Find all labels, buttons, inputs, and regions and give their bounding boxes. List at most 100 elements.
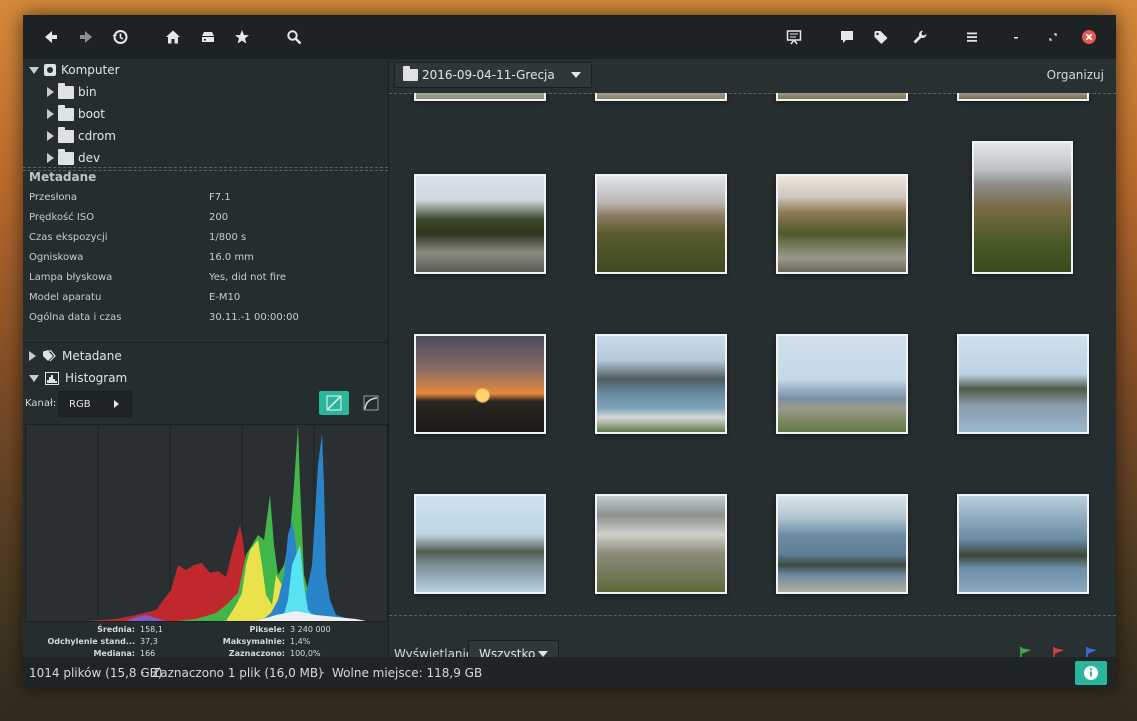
metadata-title: Metadane	[29, 170, 97, 184]
histogram-icon	[45, 371, 59, 385]
status-selection: Zaznaczono 1 plik (16,0 MB)	[152, 666, 323, 680]
expander-open-icon[interactable]	[29, 374, 39, 382]
expander-closed-icon[interactable]	[47, 87, 54, 97]
linear-scale-icon	[326, 395, 342, 411]
photo-thumbnail[interactable]	[972, 141, 1073, 274]
photo-thumbnail[interactable]	[595, 93, 727, 101]
histogram-plot	[25, 424, 388, 622]
tree-item-label: cdrom	[78, 129, 116, 143]
metadata-key: Ogniskowa	[29, 252, 84, 263]
wrench-icon[interactable]	[908, 25, 932, 49]
expander-open-icon[interactable]	[29, 66, 39, 74]
photo-thumbnail[interactable]	[776, 494, 908, 594]
metadata-key: Lampa błyskowa	[29, 272, 113, 283]
stat-std-label: Odchylenie stand...	[47, 637, 135, 646]
divider	[389, 615, 1116, 616]
expander-closed-icon[interactable]	[47, 153, 54, 163]
stat-mean-label: Średnia:	[97, 625, 135, 634]
folder-icon	[58, 148, 74, 165]
photo-thumbnail[interactable]	[776, 334, 908, 434]
minimize-icon[interactable]	[1004, 25, 1028, 49]
channel-select[interactable]: RGB	[58, 391, 132, 417]
expander-closed-icon[interactable]	[47, 131, 54, 141]
history-icon[interactable]	[108, 25, 132, 49]
metadata-key: Model aparatu	[29, 292, 102, 303]
photo-thumbnail[interactable]	[957, 93, 1089, 101]
tree-item-label: dev	[78, 151, 101, 165]
tree-item-computer[interactable]: Komputer	[29, 60, 120, 80]
status-bar: 1014 plików (15,8 GB) · Zaznaczono 1 pli…	[23, 657, 1116, 688]
photo-thumbnail[interactable]	[414, 93, 546, 101]
tree-item-cdrom[interactable]: cdrom	[47, 126, 116, 146]
status-separator: ·	[321, 666, 325, 680]
organize-button[interactable]: Organizuj	[1047, 68, 1104, 82]
photo-thumbnail[interactable]	[957, 494, 1089, 594]
menu-icon[interactable]	[960, 25, 984, 49]
folder-icon	[58, 82, 74, 99]
stat-mean-value: 158,1	[140, 625, 163, 634]
stat-pixels-label: Piksele:	[249, 625, 285, 634]
metadata-key: Prędkość ISO	[29, 212, 95, 223]
close-icon[interactable]	[1077, 25, 1101, 49]
back-icon[interactable]	[39, 25, 63, 49]
photo-thumbnail[interactable]	[595, 494, 727, 594]
metadata-key: Przesłona	[29, 192, 78, 203]
tag-icon[interactable]	[869, 25, 893, 49]
star-icon[interactable]	[230, 25, 254, 49]
photo-thumbnail[interactable]	[595, 334, 727, 434]
home-icon[interactable]	[161, 25, 185, 49]
stat-pixels-value: 3 240 000	[290, 625, 331, 634]
expander-closed-icon[interactable]	[29, 351, 36, 361]
drive-icon[interactable]	[196, 25, 220, 49]
photo-thumbnail[interactable]	[776, 174, 908, 274]
histogram-stats: Średnia: 158,1 Odchylenie stand... 37,3 …	[23, 625, 388, 658]
folder-icon	[58, 126, 74, 143]
photo-thumbnail[interactable]	[414, 174, 546, 274]
log-scale-button[interactable]	[356, 391, 386, 415]
tree-item-label: bin	[78, 85, 97, 99]
metadata-row: Ogniskowa 16.0 mm	[29, 248, 384, 268]
histogram-graph	[86, 425, 366, 621]
stat-max-label: Maksymalnie:	[222, 637, 285, 646]
tree-item-bin[interactable]: bin	[47, 82, 97, 102]
info-icon	[1084, 666, 1098, 680]
restore-icon[interactable]	[1041, 25, 1065, 49]
main-panel: 2016-09-04-11-Grecja Organizuj Wyświetla…	[389, 59, 1116, 668]
metadata-value: 16.0 mm	[209, 252, 254, 263]
divider	[23, 342, 388, 343]
comment-icon[interactable]	[835, 25, 859, 49]
section-label: Histogram	[65, 371, 128, 385]
metadata-value: 1/800 s	[209, 232, 247, 243]
metadata-value: E-M10	[209, 292, 241, 303]
forward-icon[interactable]	[74, 25, 98, 49]
photo-thumbnail[interactable]	[414, 334, 546, 434]
computer-icon	[44, 64, 56, 76]
metadata-row: Model aparatu E-M10	[29, 288, 384, 308]
folder-select[interactable]: 2016-09-04-11-Grecja	[394, 62, 592, 88]
metadata-row: Lampa błyskowa Yes, did not fire	[29, 268, 384, 288]
thumbnail-grid	[389, 93, 1116, 617]
metadata-key: Ogólna data i czas	[29, 312, 122, 323]
chevron-right-icon	[114, 400, 119, 408]
photo-thumbnail[interactable]	[776, 93, 908, 101]
photo-thumbnail[interactable]	[595, 174, 727, 274]
linear-scale-button[interactable]	[319, 391, 349, 415]
metadata-value: Yes, did not fire	[209, 272, 287, 283]
info-button[interactable]	[1075, 661, 1107, 685]
photo-thumbnail[interactable]	[414, 494, 546, 594]
tree-item-boot[interactable]: boot	[47, 104, 105, 124]
search-icon[interactable]	[282, 25, 306, 49]
folder-tree: Komputer bin boot cdrom dev	[23, 59, 388, 167]
chevron-down-icon	[571, 72, 581, 78]
section-histogram[interactable]: Histogram	[29, 368, 127, 388]
divider	[23, 167, 388, 168]
status-separator: ·	[141, 666, 145, 680]
folder-icon	[403, 66, 418, 81]
photo-thumbnail[interactable]	[957, 334, 1089, 434]
stat-std-value: 37,3	[140, 637, 158, 646]
stat-max-value: 1,4%	[290, 637, 311, 646]
expander-closed-icon[interactable]	[47, 109, 54, 119]
slideshow-icon[interactable]	[782, 25, 806, 49]
tree-item-dev[interactable]: dev	[47, 148, 100, 168]
section-metadata[interactable]: Metadane	[29, 346, 122, 366]
